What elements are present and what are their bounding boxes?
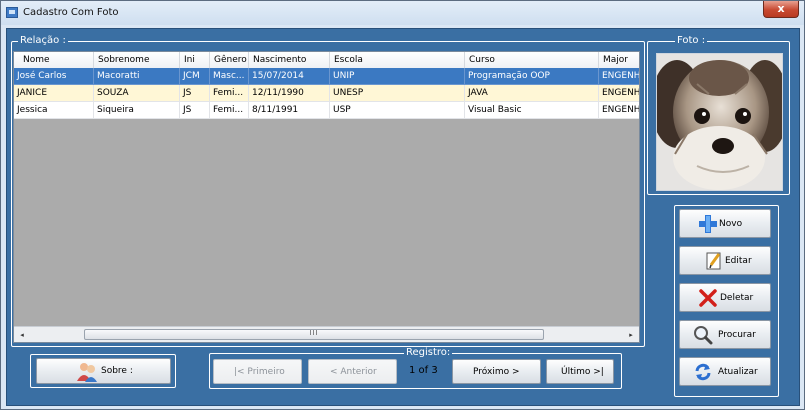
- cell-curso: Visual Basic: [465, 102, 599, 119]
- cell-sobrenome: Macoratti: [94, 68, 180, 85]
- cell-genero: Femi...: [210, 102, 249, 119]
- column-header-nascimento[interactable]: Nascimento: [249, 52, 330, 68]
- cell-nome: JANICE: [14, 85, 94, 102]
- column-header-curso[interactable]: Curso: [465, 52, 599, 68]
- deletar-button[interactable]: Deletar: [679, 283, 771, 312]
- editar-button[interactable]: Editar: [679, 246, 771, 275]
- foto-group: Foto :: [647, 35, 790, 195]
- cell-nascimento: 8/11/1991: [249, 102, 330, 119]
- close-button[interactable]: x: [763, 1, 799, 18]
- editar-label: Editar: [725, 256, 752, 266]
- cell-major: ENGENHA: [599, 68, 639, 85]
- sobre-button[interactable]: Sobre :: [36, 358, 171, 384]
- table-row[interactable]: JANICE SOUZA JS Femi... 12/11/1990 UNESP…: [14, 85, 639, 102]
- cell-ini: JCM: [180, 68, 210, 85]
- record-counter: 1 of 3: [409, 365, 438, 376]
- cell-escola: UNIP: [330, 68, 465, 85]
- primeiro-button[interactable]: |< Primeiro: [213, 359, 302, 384]
- grid-header: Nome Sobrenome Ini Gênero Nascimento Esc…: [14, 52, 639, 69]
- magnifier-icon: [694, 326, 713, 345]
- plus-icon: [699, 215, 717, 233]
- scroll-left-icon[interactable]: ◂: [14, 327, 30, 342]
- atualizar-button[interactable]: Atualizar: [679, 357, 771, 386]
- procurar-button[interactable]: Procurar: [679, 320, 771, 349]
- sobre-label: Sobre :: [101, 366, 133, 376]
- proximo-label: Próximo >: [473, 367, 520, 377]
- cell-nome: José Carlos: [14, 68, 94, 85]
- table-row[interactable]: Jessica Siqueira JS Femi... 8/11/1991 US…: [14, 102, 639, 119]
- records-grid[interactable]: Nome Sobrenome Ini Gênero Nascimento Esc…: [13, 51, 640, 343]
- anterior-label: < Anterior: [330, 367, 377, 377]
- client-area: Relação : Nome Sobrenome Ini Gênero Nasc…: [6, 28, 800, 406]
- cell-nascimento: 12/11/1990: [249, 85, 330, 102]
- anterior-button[interactable]: < Anterior: [308, 359, 397, 384]
- users-icon: [77, 363, 97, 382]
- scroll-grip-icon: III: [309, 329, 319, 337]
- main-window: Cadastro Com Foto x Relação : Nome Sobre…: [0, 0, 805, 410]
- novo-button[interactable]: Novo: [679, 209, 771, 238]
- edit-note-icon: [706, 252, 721, 270]
- dog-photo: [656, 53, 783, 191]
- close-icon: x: [777, 2, 785, 15]
- atualizar-label: Atualizar: [718, 367, 758, 377]
- cell-genero: Femi...: [210, 85, 249, 102]
- horizontal-scrollbar[interactable]: ◂ III ▸: [14, 326, 639, 342]
- primeiro-label: |< Primeiro: [234, 367, 285, 377]
- cell-nome: Jessica: [14, 102, 94, 119]
- dog-photo-image: [657, 54, 782, 190]
- column-header-genero[interactable]: Gênero: [210, 52, 249, 68]
- cell-major: ENGENHA: [599, 85, 639, 102]
- table-row[interactable]: José Carlos Macoratti JCM Masc... 15/07/…: [14, 68, 639, 85]
- ultimo-label: Último >|: [561, 367, 604, 377]
- foto-legend: Foto :: [675, 35, 708, 47]
- column-header-escola[interactable]: Escola: [330, 52, 465, 68]
- cell-escola: UNESP: [330, 85, 465, 102]
- column-header-major[interactable]: Major: [599, 52, 639, 68]
- window-title: Cadastro Com Foto: [23, 7, 119, 18]
- cell-curso: JAVA: [465, 85, 599, 102]
- novo-label: Novo: [719, 219, 743, 229]
- delete-x-icon: [699, 289, 717, 307]
- column-header-sobrenome[interactable]: Sobrenome: [94, 52, 180, 68]
- cell-escola: USP: [330, 102, 465, 119]
- cell-sobrenome: Siqueira: [94, 102, 180, 119]
- registro-legend: Registro:: [404, 347, 453, 359]
- scroll-thumb[interactable]: III: [84, 329, 544, 340]
- deletar-label: Deletar: [720, 293, 754, 303]
- cell-major: ENGENHA: [599, 102, 639, 119]
- cell-sobrenome: SOUZA: [94, 85, 180, 102]
- proximo-button[interactable]: Próximo >: [452, 359, 541, 384]
- relacao-legend: Relação :: [18, 35, 68, 47]
- app-icon: [6, 7, 18, 18]
- column-header-nome[interactable]: Nome: [14, 52, 94, 68]
- cell-curso: Programação OOP: [465, 68, 599, 85]
- cell-genero: Masc...: [210, 68, 249, 85]
- cell-ini: JS: [180, 85, 210, 102]
- procurar-label: Procurar: [718, 330, 756, 340]
- refresh-icon: [695, 363, 711, 381]
- cell-nascimento: 15/07/2014: [249, 68, 330, 85]
- title-bar[interactable]: Cadastro Com Foto x: [1, 1, 804, 25]
- column-header-ini[interactable]: Ini: [180, 52, 210, 68]
- scroll-right-icon[interactable]: ▸: [623, 327, 639, 342]
- cell-ini: JS: [180, 102, 210, 119]
- ultimo-button[interactable]: Último >|: [546, 359, 614, 384]
